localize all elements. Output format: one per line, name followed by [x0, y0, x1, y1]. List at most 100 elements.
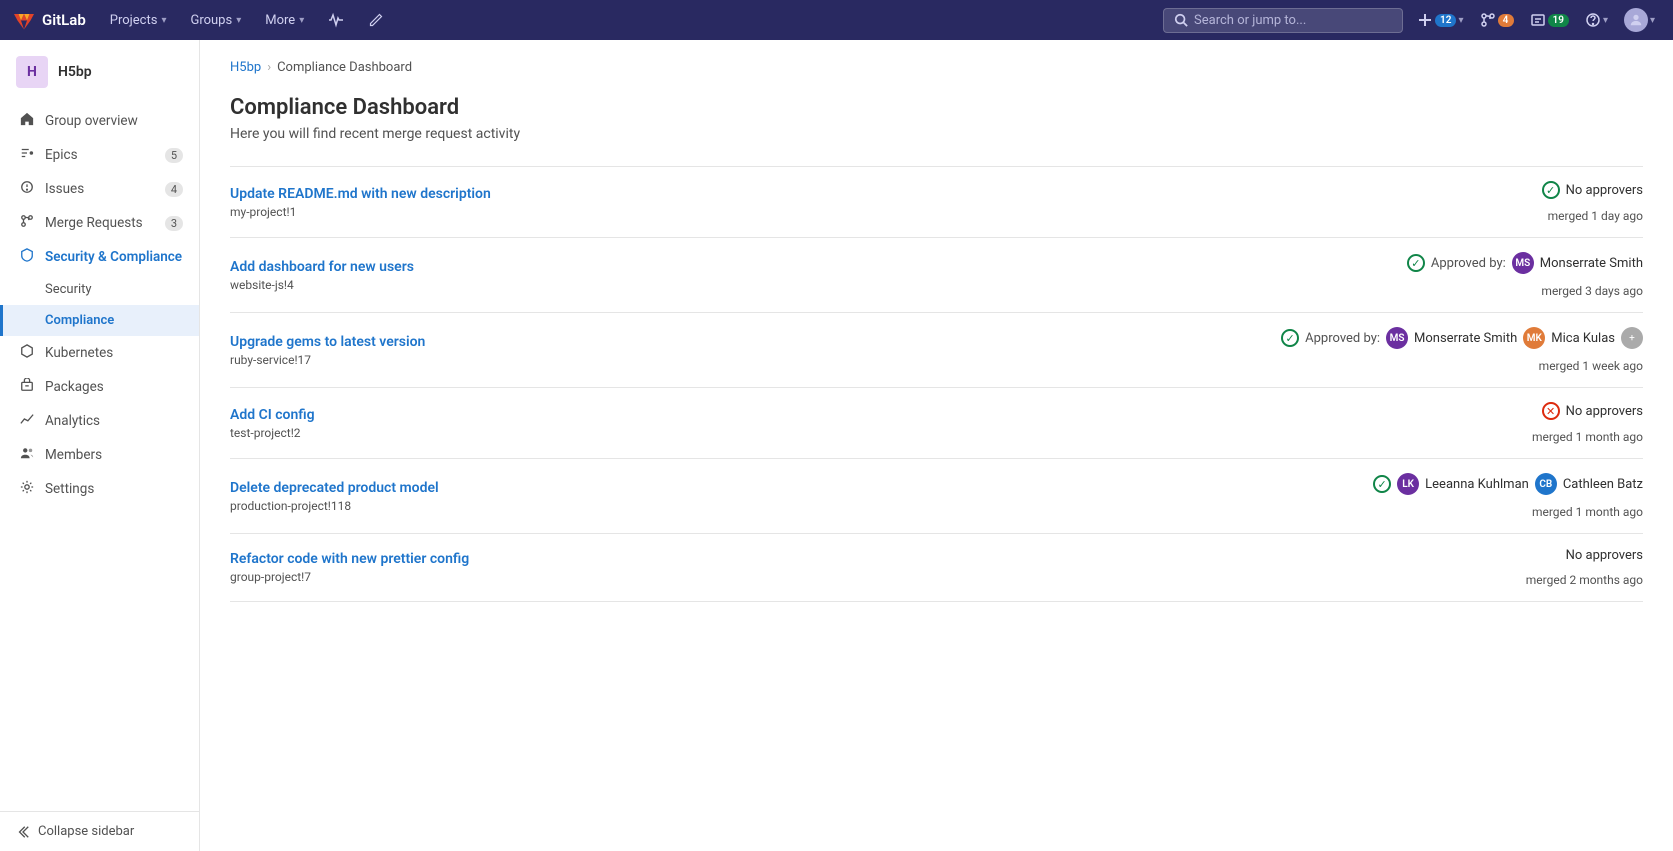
todos-button[interactable]: 19 [1524, 8, 1575, 32]
search-placeholder: Search or jump to... [1194, 13, 1306, 28]
projects-menu[interactable]: Projects ▾ [102, 9, 175, 32]
todos-icon [1530, 12, 1546, 28]
sidebar-item-label: Merge Requests [45, 215, 143, 231]
merged-time: merged 1 month ago [1532, 430, 1643, 444]
search-bar[interactable]: Search or jump to... [1163, 8, 1403, 33]
compliance-row-right: ✓ No approvers merged 1 day ago [1323, 181, 1643, 223]
approved-by-label: Approved by: [1431, 256, 1506, 271]
approver-name-1: Leeanna Kuhlman [1425, 477, 1529, 492]
compliance-row-right: ✓ LK Leeanna Kuhlman CB Cathleen Batz me… [1323, 473, 1643, 519]
mr-badge: 4 [1498, 14, 1514, 27]
mr-meta: ruby-service!17 [230, 353, 1265, 367]
user-menu-button[interactable]: ▾ [1618, 4, 1661, 36]
mr-title-link[interactable]: Refactor code with new prettier config [230, 551, 1307, 567]
compliance-row: Add CI config test-project!2 ✕ No approv… [230, 388, 1643, 459]
sidebar-item-kubernetes[interactable]: Kubernetes [0, 336, 199, 370]
more-menu[interactable]: More ▾ [257, 9, 312, 32]
sidebar-item-label: Security & Compliance [45, 249, 182, 265]
merged-time: merged 1 month ago [1532, 505, 1643, 519]
approver-avatar-2: CB [1535, 473, 1557, 495]
shield-icon [19, 248, 35, 266]
sidebar-item-epics[interactable]: Epics 5 [0, 138, 199, 172]
merge-icon [19, 214, 35, 232]
sidebar-item-members[interactable]: Members [0, 438, 199, 472]
sidebar-nav: Group overview Epics 5 Issues 4 [0, 96, 199, 811]
sidebar-item-label: Issues [45, 181, 84, 197]
approvers-info: ✓ No approvers [1542, 181, 1643, 199]
group-avatar: H [16, 56, 48, 88]
sidebar-item-merge-requests[interactable]: Merge Requests 3 [0, 206, 199, 240]
help-button[interactable]: ▾ [1579, 8, 1614, 32]
main-layout: H H5bp Group overview Epics 5 [0, 40, 1673, 851]
mr-title-link[interactable]: Update README.md with new description [230, 186, 1307, 202]
approver-avatar-1: MS [1386, 327, 1408, 349]
sidebar-footer: Collapse sidebar [0, 811, 199, 851]
mr-title-link[interactable]: Delete deprecated product model [230, 480, 1307, 496]
members-icon [19, 446, 35, 464]
compliance-row-right: No approvers merged 2 months ago [1323, 548, 1643, 587]
gitlab-brand[interactable]: GitLab [12, 8, 86, 32]
sidebar-item-issues[interactable]: Issues 4 [0, 172, 199, 206]
approver-avatar: MS [1512, 252, 1534, 274]
kubernetes-icon [19, 344, 35, 362]
approver-name-1: Monserrate Smith [1414, 331, 1517, 346]
merge-requests-button[interactable]: 4 [1474, 8, 1520, 32]
pencil-icon-btn[interactable] [360, 8, 392, 32]
compliance-row-right: ✕ No approvers merged 1 month ago [1323, 402, 1643, 444]
breadcrumb: H5bp › Compliance Dashboard [230, 60, 1643, 75]
sidebar-item-label: Security [45, 282, 92, 297]
create-new-button[interactable]: 12 ▾ [1411, 8, 1469, 32]
sidebar-item-label: Members [45, 447, 102, 463]
issues-icon [19, 180, 35, 198]
breadcrumb-group-link[interactable]: H5bp [230, 60, 261, 75]
edit-icon [368, 12, 384, 28]
more-approvers-icon: + [1621, 327, 1643, 349]
mr-meta: test-project!2 [230, 426, 1307, 440]
create-chevron-icon: ▾ [1458, 15, 1463, 26]
sidebar-item-compliance[interactable]: Compliance [0, 305, 199, 336]
sidebar-item-analytics[interactable]: Analytics [0, 404, 199, 438]
compliance-row-left: Refactor code with new prettier config g… [230, 551, 1307, 584]
merged-time: merged 1 day ago [1548, 209, 1643, 223]
approvers-info: ✕ No approvers [1542, 402, 1643, 420]
plus-icon [1417, 12, 1433, 28]
group-name: H5bp [58, 64, 92, 80]
collapse-sidebar-button[interactable]: Collapse sidebar [16, 824, 183, 839]
mr-meta: group-project!7 [230, 570, 1307, 584]
mr-title-link[interactable]: Upgrade gems to latest version [230, 334, 1265, 350]
compliance-row-right: ✓ Approved by: MS Monserrate Smith merge… [1323, 252, 1643, 298]
help-icon [1585, 12, 1601, 28]
compliance-row: Refactor code with new prettier config g… [230, 534, 1643, 602]
compliance-row-left: Add dashboard for new users website-js!4 [230, 259, 1307, 292]
create-badge: 12 [1435, 14, 1456, 27]
mr-title-link[interactable]: Add dashboard for new users [230, 259, 1307, 275]
top-navigation: GitLab Projects ▾ Groups ▾ More ▾ Search… [0, 0, 1673, 40]
todos-badge: 19 [1548, 14, 1569, 27]
groups-menu[interactable]: Groups ▾ [182, 9, 249, 32]
mr-meta: my-project!1 [230, 205, 1307, 219]
analytics-icon [19, 412, 35, 430]
approved-by-label: Approved by: [1305, 331, 1380, 346]
approvers-info: ✓ LK Leeanna Kuhlman CB Cathleen Batz [1373, 473, 1643, 495]
sidebar-item-security-compliance[interactable]: Security & Compliance [0, 240, 199, 274]
sidebar-item-settings[interactable]: Settings [0, 472, 199, 506]
approvers-info: ✓ Approved by: MS Monserrate Smith MK Mi… [1281, 327, 1643, 349]
compliance-list: Update README.md with new description my… [230, 166, 1643, 602]
mr-sidebar-badge: 3 [165, 216, 183, 231]
issues-badge: 4 [165, 182, 183, 197]
sidebar-item-security[interactable]: Security [0, 274, 199, 305]
sidebar-item-label: Group overview [45, 113, 138, 129]
approval-x-icon: ✕ [1542, 402, 1560, 420]
sidebar-item-group-overview[interactable]: Group overview [0, 104, 199, 138]
activity-icon-btn[interactable] [320, 8, 352, 32]
compliance-row-left: Add CI config test-project!2 [230, 407, 1307, 440]
activity-icon [328, 12, 344, 28]
compliance-row: Upgrade gems to latest version ruby-serv… [230, 313, 1643, 388]
mr-title-link[interactable]: Add CI config [230, 407, 1307, 423]
help-chevron-icon: ▾ [1603, 15, 1608, 26]
more-chevron-icon: ▾ [299, 15, 304, 26]
compliance-row: Update README.md with new description my… [230, 167, 1643, 238]
page-subtitle: Here you will find recent merge request … [230, 126, 1643, 142]
security-compliance-submenu: Security Compliance [0, 274, 199, 336]
sidebar-item-packages[interactable]: Packages [0, 370, 199, 404]
